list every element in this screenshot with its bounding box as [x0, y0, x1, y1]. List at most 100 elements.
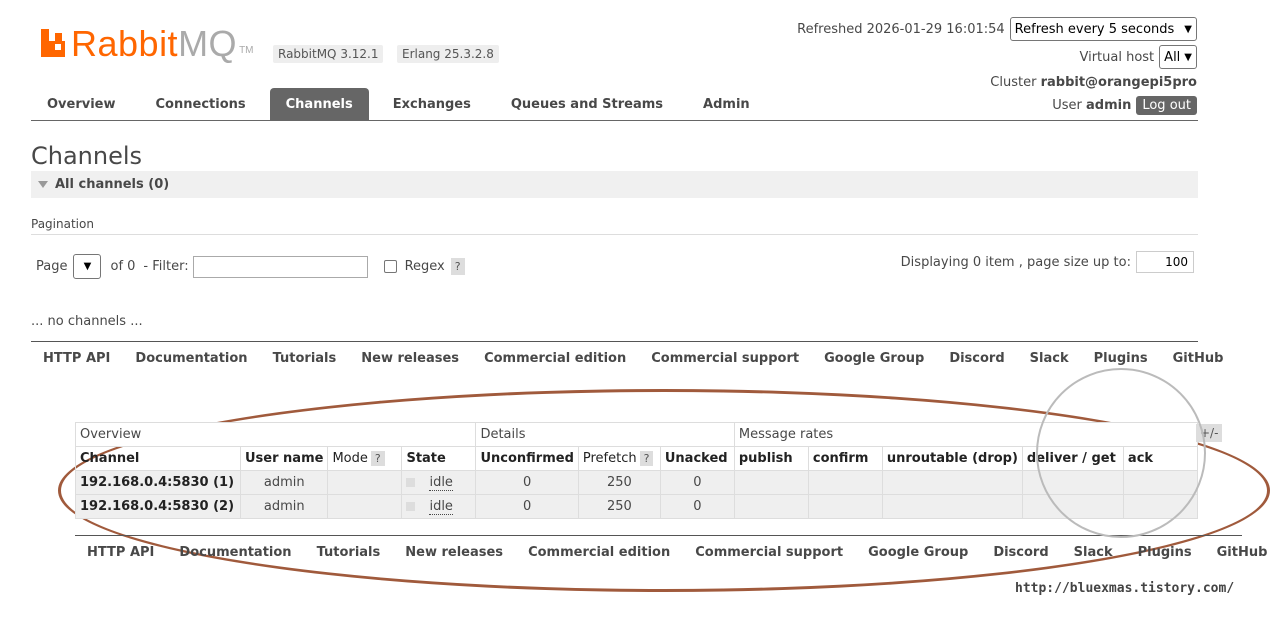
- footer-link-http-api[interactable]: HTTP API: [87, 545, 154, 560]
- empty-state-text: ... no channels ...: [31, 314, 143, 329]
- divider: [31, 234, 1198, 235]
- footer-link-commercial-edition[interactable]: Commercial edition: [484, 351, 626, 366]
- logo-trademark: TM: [239, 45, 254, 56]
- tab-connections[interactable]: Connections: [140, 88, 262, 120]
- footer-link-commercial-support[interactable]: Commercial support: [651, 351, 799, 366]
- tab-overview[interactable]: Overview: [31, 88, 132, 120]
- filter-input[interactable]: [192, 255, 368, 278]
- regex-label: Regex: [404, 259, 445, 274]
- footer-link-google-group[interactable]: Google Group: [824, 351, 924, 366]
- column-header-unroutable-drop[interactable]: unroutable (drop): [881, 446, 1023, 471]
- all-channels-section-toggle[interactable]: All channels (0): [31, 171, 1198, 198]
- prefetch-cell: 250: [577, 494, 661, 519]
- column-group-overview: Overview: [74, 422, 477, 447]
- footer-link-slack[interactable]: Slack: [1030, 351, 1069, 366]
- footer-link-google-group[interactable]: Google Group: [868, 545, 968, 560]
- prefetch-help-button[interactable]: ?: [639, 451, 654, 466]
- page-select[interactable]: ▼: [73, 254, 102, 279]
- table-row[interactable]: 192.168.0.4:5830 (1) admin idle 0 250 0: [75, 470, 1198, 495]
- filter-label: - Filter:: [143, 259, 189, 274]
- footer-link-github[interactable]: GitHub: [1173, 351, 1224, 366]
- tab-admin[interactable]: Admin: [687, 88, 766, 120]
- unconfirmed-cell: 0: [475, 494, 579, 519]
- state-cell: idle: [401, 494, 477, 519]
- main-nav: Overview Connections Channels Exchanges …: [31, 88, 1198, 121]
- footer-link-tutorials[interactable]: Tutorials: [273, 351, 337, 366]
- footer-link-commercial-edition[interactable]: Commercial edition: [528, 545, 670, 560]
- tab-queues-and-streams[interactable]: Queues and Streams: [495, 88, 679, 120]
- pagination-label: Pagination: [31, 217, 94, 231]
- footer-link-plugins[interactable]: Plugins: [1094, 351, 1148, 366]
- publish-cell: [733, 470, 809, 495]
- footer-link-plugins[interactable]: Plugins: [1138, 545, 1192, 560]
- column-header-state[interactable]: State: [401, 446, 477, 471]
- pagination-controls: Page ▼ of 0 - Filter: Regex ?: [36, 254, 465, 279]
- chevron-down-icon: ▼: [1184, 23, 1192, 35]
- footer-link-commercial-support[interactable]: Commercial support: [695, 545, 843, 560]
- mode-cell: [327, 470, 403, 495]
- mode-help-button[interactable]: ?: [370, 451, 385, 466]
- unroutable-cell: [881, 494, 1023, 519]
- footer-link-http-api[interactable]: HTTP API: [43, 351, 110, 366]
- channel-link[interactable]: 192.168.0.4:5830 (2): [75, 494, 241, 519]
- logo-text: RabbitMQ: [71, 23, 238, 64]
- footer-link-slack[interactable]: Slack: [1074, 545, 1113, 560]
- unacked-cell: 0: [659, 470, 735, 495]
- footer-link-discord[interactable]: Discord: [993, 545, 1048, 560]
- confirm-cell: [807, 470, 883, 495]
- refreshed-timestamp: Refreshed 2026-01-29 16:01:54: [797, 21, 1005, 37]
- watermark-seal-icon: [1036, 368, 1206, 538]
- chevron-down-icon: ▼: [1184, 51, 1192, 63]
- unconfirmed-cell: 0: [475, 470, 579, 495]
- page-size-controls: Displaying 0 item , page size up to: 100: [901, 251, 1194, 273]
- footer-link-documentation[interactable]: Documentation: [179, 545, 291, 560]
- rabbitmq-logo[interactable]: RabbitMQ TM: [41, 24, 254, 64]
- state-indicator-icon: [406, 502, 416, 511]
- displaying-label: Displaying 0 item , page size up to:: [900, 254, 1131, 270]
- state-indicator-icon: [406, 478, 416, 487]
- tab-channels[interactable]: Channels: [269, 88, 369, 120]
- footer-link-new-releases[interactable]: New releases: [405, 545, 503, 560]
- tab-exchanges[interactable]: Exchanges: [377, 88, 487, 120]
- footer-link-tutorials[interactable]: Tutorials: [317, 545, 381, 560]
- channels-table: Overview Details Message rates Channel U…: [74, 422, 1198, 519]
- page-title: Channels: [31, 142, 143, 170]
- refresh-interval-select[interactable]: Refresh every 5 seconds ▼: [1009, 17, 1197, 41]
- virtual-host-select[interactable]: All ▼: [1159, 45, 1197, 69]
- rabbit-logo-icon: [41, 29, 65, 57]
- footer-link-new-releases[interactable]: New releases: [361, 351, 459, 366]
- publish-cell: [733, 494, 809, 519]
- footer-link-documentation[interactable]: Documentation: [135, 351, 247, 366]
- column-header-publish[interactable]: publish: [733, 446, 809, 471]
- page-label: Page: [36, 259, 68, 274]
- rabbitmq-version-badge: RabbitMQ 3.12.1: [273, 45, 384, 63]
- column-header-user-name[interactable]: User name: [239, 446, 329, 471]
- confirm-cell: [807, 494, 883, 519]
- regex-checkbox[interactable]: [383, 260, 397, 273]
- user-name-cell: admin: [239, 494, 329, 519]
- regex-help-button[interactable]: ?: [450, 258, 465, 275]
- section-title: All channels (0): [55, 177, 170, 192]
- column-group-details: Details: [475, 422, 735, 447]
- column-header-unacked[interactable]: Unacked: [659, 446, 735, 471]
- column-header-confirm[interactable]: confirm: [807, 446, 883, 471]
- footer-links-example: HTTP API Documentation Tutorials New rel…: [87, 545, 1267, 560]
- column-header-mode[interactable]: Mode?: [327, 446, 403, 471]
- footer-link-discord[interactable]: Discord: [949, 351, 1004, 366]
- erlang-version-badge: Erlang 25.3.2.8: [397, 45, 499, 63]
- column-header-channel[interactable]: Channel: [75, 446, 241, 471]
- column-header-prefetch[interactable]: Prefetch?: [577, 446, 661, 471]
- column-header-unconfirmed[interactable]: Unconfirmed: [475, 446, 579, 471]
- watermark-url: http://bluexmas.tistory.com/: [1015, 581, 1235, 596]
- footer-links: HTTP API Documentation Tutorials New rel…: [43, 351, 1223, 366]
- page-size-input[interactable]: 100: [1136, 251, 1194, 273]
- table-row[interactable]: 192.168.0.4:5830 (2) admin idle 0 250 0: [75, 494, 1198, 519]
- footer-divider: [31, 341, 1198, 342]
- footer-link-github[interactable]: GitHub: [1217, 545, 1268, 560]
- prefetch-cell: 250: [577, 470, 661, 495]
- unroutable-cell: [881, 470, 1023, 495]
- page-of-label: of 0: [110, 259, 136, 274]
- footer-divider: [75, 535, 1242, 536]
- user-name-cell: admin: [239, 470, 329, 495]
- channel-link[interactable]: 192.168.0.4:5830 (1): [75, 470, 241, 495]
